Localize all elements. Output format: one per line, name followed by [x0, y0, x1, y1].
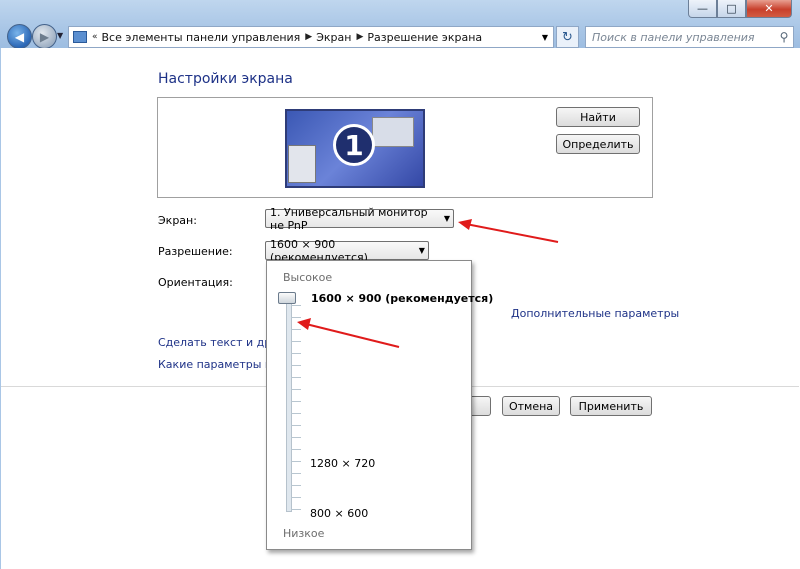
annotation-arrow-screen [458, 219, 559, 243]
annotation-arrow-slider [297, 318, 400, 348]
annotation-arrows [297, 219, 559, 348]
